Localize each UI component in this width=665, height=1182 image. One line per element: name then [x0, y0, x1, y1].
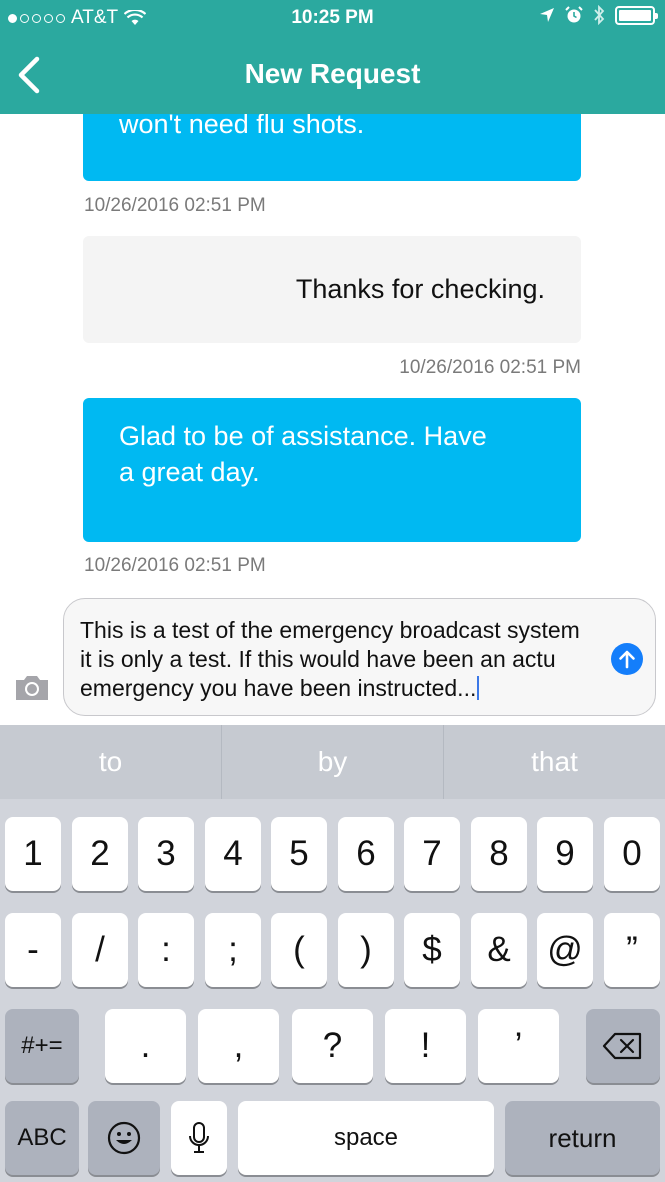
message-text-line: Glad to be of assistance. Have — [119, 421, 487, 451]
agent-message-bubble: Glad to be of assistance. Have a great d… — [83, 398, 581, 542]
key-9[interactable]: 9 — [537, 817, 593, 891]
key-6[interactable]: 6 — [338, 817, 394, 891]
message-text: Thanks for checking. — [295, 274, 545, 304]
status-bar: AT&T 10:25 PM — [0, 0, 665, 36]
key-period[interactable]: . — [105, 1009, 186, 1083]
key-question[interactable]: ? — [292, 1009, 373, 1083]
nav-bar: New Request — [0, 36, 665, 114]
camera-icon[interactable] — [14, 672, 50, 702]
alarm-clock-icon — [565, 6, 583, 23]
key-comma[interactable]: , — [198, 1009, 279, 1083]
backspace-icon — [602, 1032, 642, 1060]
bluetooth-icon — [594, 5, 605, 25]
key-hyphen[interactable]: - — [5, 913, 61, 987]
text-caret — [477, 676, 480, 700]
message-timestamp: 10/26/2016 02:51 PM — [84, 195, 266, 216]
location-arrow-icon — [540, 8, 554, 22]
key-1[interactable]: 1 — [5, 817, 61, 891]
key-at[interactable]: @ — [537, 913, 593, 987]
input-text-line: it is only a test. If this would have be… — [80, 646, 556, 672]
suggestion-item[interactable]: that — [443, 725, 665, 799]
message-timestamp: 10/26/2016 02:51 PM — [84, 555, 266, 576]
key-dictation[interactable] — [171, 1101, 227, 1175]
key-0[interactable]: 0 — [604, 817, 660, 891]
key-semicolon[interactable]: ; — [205, 913, 261, 987]
chat-thread[interactable]: won't need flu shots. 10/26/2016 02:51 P… — [0, 114, 665, 596]
key-2[interactable]: 2 — [72, 817, 128, 891]
input-text: emergency you have been instructed... — [80, 675, 477, 701]
send-button[interactable] — [611, 643, 643, 675]
message-text: won't need flu shots. — [119, 114, 365, 139]
key-abc[interactable]: ABC — [5, 1101, 79, 1175]
message-text-line: a great day. — [119, 457, 260, 487]
emoji-icon — [107, 1121, 141, 1155]
status-right — [539, 5, 658, 25]
message-input[interactable]: This is a test of the emergency broadcas… — [63, 598, 656, 716]
key-close-paren[interactable]: ) — [338, 913, 394, 987]
agent-message-bubble: won't need flu shots. — [83, 114, 581, 181]
key-exclamation[interactable]: ! — [385, 1009, 466, 1083]
user-message-bubble: Thanks for checking. — [83, 236, 581, 343]
input-text-line: This is a test of the emergency broadcas… — [80, 617, 580, 643]
key-colon[interactable]: : — [138, 913, 194, 987]
key-7[interactable]: 7 — [404, 817, 460, 891]
predictive-suggestions-bar: to by that — [0, 725, 665, 799]
input-text-line-last: emergency you have been instructed... — [80, 674, 615, 703]
key-dollar[interactable]: $ — [404, 913, 460, 987]
key-space[interactable]: space — [238, 1101, 494, 1175]
page-title: New Request — [244, 58, 421, 89]
key-more-symbols[interactable]: #+= — [5, 1009, 79, 1083]
keyboard: to by that 1 2 3 4 5 6 7 8 9 0 - / : ; (… — [0, 725, 665, 1182]
key-emoji[interactable] — [88, 1101, 160, 1175]
key-ampersand[interactable]: & — [471, 913, 527, 987]
arrow-up-icon — [619, 650, 635, 669]
key-8[interactable]: 8 — [471, 817, 527, 891]
key-slash[interactable]: / — [72, 913, 128, 987]
key-5[interactable]: 5 — [271, 817, 327, 891]
key-open-paren[interactable]: ( — [271, 913, 327, 987]
battery-icon — [615, 5, 658, 25]
suggestion-item[interactable]: to — [0, 725, 221, 799]
app-header: AT&T 10:25 PM New Request — [0, 0, 665, 114]
key-apostrophe[interactable]: ’ — [478, 1009, 559, 1083]
message-composer: This is a test of the emergency broadcas… — [0, 596, 665, 725]
delete-key[interactable] — [586, 1009, 660, 1083]
key-quote[interactable]: ” — [604, 913, 660, 987]
message-timestamp: 10/26/2016 02:51 PM — [399, 357, 581, 378]
key-return[interactable]: return — [505, 1101, 660, 1175]
key-3[interactable]: 3 — [138, 817, 194, 891]
suggestion-item[interactable]: by — [221, 725, 443, 799]
key-4[interactable]: 4 — [205, 817, 261, 891]
microphone-icon — [189, 1122, 209, 1153]
